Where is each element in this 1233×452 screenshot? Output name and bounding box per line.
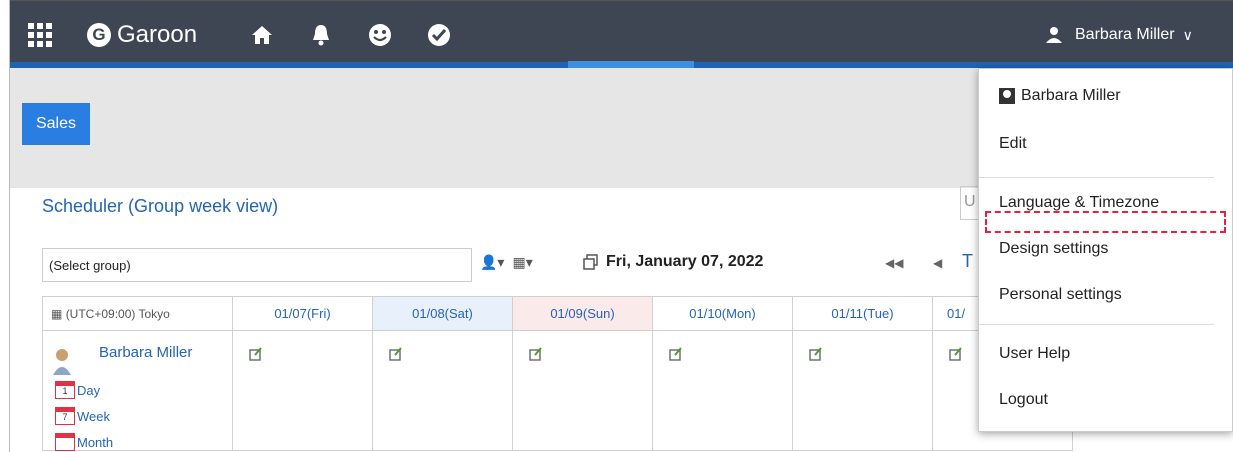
globe-icon: ▦	[51, 306, 63, 321]
facility-filter-icon[interactable]: ▦▾	[512, 254, 532, 271]
month-view-label: Month	[77, 434, 114, 450]
check-circle-icon[interactable]	[424, 20, 454, 50]
home-icon[interactable]	[247, 20, 277, 50]
add-appointment-icon[interactable]	[669, 347, 683, 361]
add-appointment-icon[interactable]	[809, 347, 823, 361]
menu-item-user-help[interactable]: User Help	[999, 345, 1070, 363]
menu-divider	[979, 324, 1214, 325]
previous-week-icon[interactable]: ◀◀	[885, 256, 903, 270]
add-appointment-icon[interactable]	[249, 347, 263, 361]
highlight-box	[985, 211, 1226, 233]
user-menu-button[interactable]: Barbara Miller ∨	[1045, 21, 1193, 49]
smiley-icon[interactable]	[365, 20, 395, 50]
chevron-down-icon: ∨	[1182, 26, 1193, 43]
week-view-label: Week	[77, 408, 110, 424]
avatar	[53, 349, 71, 375]
menu-divider	[979, 177, 1214, 178]
view-toolbar: 👤▾ ▦▾	[480, 254, 533, 271]
day-cell[interactable]	[512, 330, 653, 451]
current-date: Fri, January 07, 2022	[606, 253, 764, 270]
logo-text: Garoon	[117, 21, 198, 48]
calendar-icon: 1	[55, 381, 75, 399]
calendar-icon: 7	[55, 407, 75, 425]
add-appointment-icon[interactable]	[529, 347, 543, 361]
day-header[interactable]: 01/07(Fri)	[232, 296, 373, 331]
garoon-logo[interactable]: G Garoon	[87, 21, 197, 49]
profile-icon	[999, 88, 1015, 104]
menu-item-design-settings[interactable]: Design settings	[999, 240, 1108, 258]
user-menu-name: Barbara Miller	[1075, 26, 1175, 43]
logo-mark: G	[87, 23, 111, 47]
profile-name: Barbara Miller	[1021, 87, 1121, 104]
search-input[interactable]: U	[960, 186, 980, 220]
day-cell[interactable]	[792, 330, 933, 451]
page-left-margin	[0, 0, 10, 452]
day-header[interactable]: 01/09(Sun)	[512, 296, 653, 331]
add-appointment-icon[interactable]	[949, 347, 963, 361]
today-button[interactable]: T	[962, 251, 973, 272]
calendar-icon	[55, 433, 75, 451]
menu-item-personal-settings[interactable]: Personal settings	[999, 286, 1122, 304]
week-view-link[interactable]: 7 Week	[55, 407, 110, 425]
day-header[interactable]: 01/11(Tue)	[792, 296, 933, 331]
timezone-header: ▦ (UTC+09:00) Tokyo	[42, 296, 233, 331]
add-appointment-icon[interactable]	[389, 347, 403, 361]
previous-day-icon[interactable]: ◀	[933, 256, 942, 270]
day-header[interactable]: 01/10(Mon)	[652, 296, 793, 331]
user-icon	[1046, 27, 1062, 43]
day-header[interactable]: 01/08(Sat)	[372, 296, 513, 331]
top-navigation-bar: G Garoon Barbara Miller ∨	[0, 0, 1233, 67]
month-view-link[interactable]: Month	[55, 433, 113, 451]
profile-item[interactable]: Barbara Miller	[999, 87, 1121, 105]
page-title: Scheduler (Group week view)	[42, 196, 279, 216]
timezone-label: (UTC+09:00) Tokyo	[65, 306, 170, 321]
user-row-header: Barbara Miller 1 Day 7 Week Month	[42, 330, 233, 451]
bell-icon[interactable]	[306, 20, 336, 50]
day-view-link[interactable]: 1 Day	[55, 381, 100, 399]
day-view-label: Day	[77, 382, 101, 398]
day-cell[interactable]	[652, 330, 793, 451]
group-tab-sales[interactable]: Sales	[22, 103, 90, 145]
user-dropdown-menu: Barbara Miller Edit Language & Timezone …	[978, 68, 1233, 432]
calendar-picker-icon[interactable]	[583, 254, 599, 270]
user-name-link[interactable]: Barbara Miller	[99, 344, 192, 361]
day-cell[interactable]	[232, 330, 373, 451]
group-select-dropdown[interactable]: (Select group)	[42, 248, 472, 282]
day-cell[interactable]	[372, 330, 513, 451]
apps-grid-icon[interactable]	[28, 23, 52, 47]
group-week-table: ▦ (UTC+09:00) Tokyo 01/07(Fri) 01/08(Sat…	[42, 296, 1073, 451]
menu-item-language-timezone[interactable]: Language & Timezone	[999, 194, 1159, 212]
user-filter-icon[interactable]: 👤▾	[480, 254, 504, 271]
menu-item-logout[interactable]: Logout	[999, 391, 1048, 409]
menu-item-edit[interactable]: Edit	[999, 135, 1027, 153]
